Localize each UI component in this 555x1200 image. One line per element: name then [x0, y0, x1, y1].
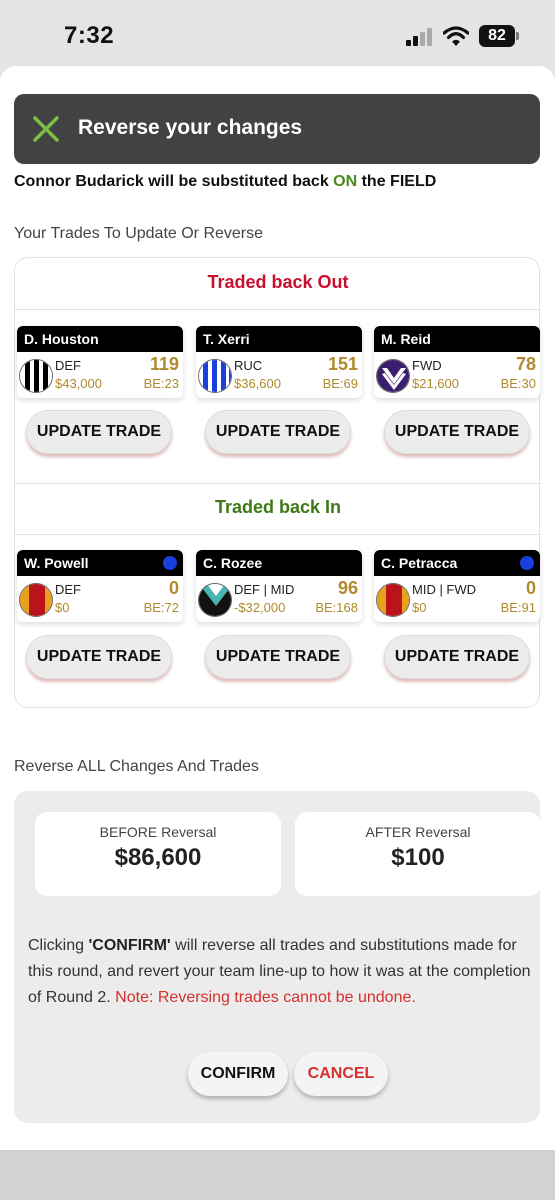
player-score: 78	[515, 354, 536, 374]
traded-in-player-card[interactable]: W. Powell DEF $0 0 BE:72	[17, 550, 183, 622]
team-guernsey-icon	[376, 583, 410, 617]
after-reversal-label: AFTER Reversal	[365, 824, 471, 840]
after-reversal-value: $100	[391, 844, 445, 871]
modal-sheet: Connor Budarick will be substituted back…	[0, 66, 555, 1150]
player-score: 0	[525, 578, 536, 598]
player-price: -$32,000	[234, 600, 286, 615]
player-price: $0	[55, 600, 70, 615]
player-score: 96	[337, 578, 358, 598]
player-breakeven: BE:23	[143, 376, 179, 391]
player-position: RUC	[234, 358, 263, 373]
team-guernsey-icon	[198, 359, 232, 393]
player-price: $0	[412, 600, 427, 615]
before-reversal-label: BEFORE Reversal	[99, 824, 217, 840]
player-name: C. Petracca	[374, 550, 540, 576]
player-card-body: DEF $43,000 119 BE:23	[17, 352, 183, 398]
team-guernsey-icon	[376, 359, 410, 393]
traded-in-title: Traded back In	[214, 497, 342, 517]
player-price: $43,000	[55, 376, 102, 391]
battery-icon: 82	[479, 25, 515, 47]
notice-warning: Note: Reversing trades cannot be undone.	[115, 989, 416, 1006]
divider	[15, 483, 541, 484]
player-breakeven: BE:168	[315, 600, 358, 615]
update-trade-button[interactable]: UPDATE TRADE	[26, 410, 172, 454]
divider	[15, 309, 541, 310]
toast-title: Reverse your changes	[78, 116, 303, 139]
clock: 7:32	[64, 22, 115, 49]
status-dot-icon	[163, 556, 177, 570]
player-name: D. Houston	[17, 326, 183, 352]
player-name: C. Rozee	[196, 550, 362, 576]
trades-section-label: Your Trades To Update Or Reverse	[14, 225, 264, 242]
close-icon[interactable]	[31, 114, 61, 144]
player-card-body: DEF $0 0 BE:72	[17, 576, 183, 622]
confirm-button[interactable]: CONFIRM	[188, 1052, 288, 1096]
player-name: M. Reid	[374, 326, 540, 352]
player-price: $21,600	[412, 376, 459, 391]
player-position: DEF | MID	[234, 582, 295, 597]
player-position: DEF	[55, 358, 81, 373]
reverse-panel: BEFORE Reversal $86,600 AFTER Reversal $…	[14, 791, 541, 1123]
player-breakeven: BE:91	[500, 600, 536, 615]
reversal-notice: Clicking 'CONFIRM' will reverse all trad…	[28, 933, 532, 1011]
player-card-body: MID | FWD $0 0 BE:91	[374, 576, 540, 622]
before-reversal-value: $86,600	[114, 844, 202, 871]
trades-panel: Traded back Out D. Houston DEF $43,000 1…	[14, 257, 541, 708]
traded-out-player-card[interactable]: D. Houston DEF $43,000 119 BE:23	[17, 326, 183, 398]
player-card-body: FWD $21,600 78 BE:30	[374, 352, 540, 398]
traded-out-player-card[interactable]: M. Reid FWD $21,600 78 BE:30	[374, 326, 540, 398]
traded-in-player-card[interactable]: C. Rozee DEF | MID -$32,000 96 BE:168	[196, 550, 362, 622]
traded-out-player-card[interactable]: T. Xerri RUC $36,600 151 BE:69	[196, 326, 362, 398]
player-position: FWD	[412, 358, 442, 373]
update-trade-button[interactable]: UPDATE TRADE	[384, 410, 530, 454]
wifi-icon	[443, 26, 469, 46]
player-card-body: DEF | MID -$32,000 96 BE:168	[196, 576, 362, 622]
player-breakeven: BE:72	[143, 600, 179, 615]
divider	[15, 534, 541, 535]
player-score: 0	[168, 578, 179, 598]
battery-tip	[516, 32, 519, 40]
reverse-section-label: Reverse ALL Changes And Trades	[14, 758, 259, 775]
player-position: DEF	[55, 582, 81, 597]
traded-in-player-card[interactable]: C. Petracca MID | FWD $0 0 BE:91	[374, 550, 540, 622]
player-name: W. Powell	[17, 550, 183, 576]
team-guernsey-icon	[198, 583, 232, 617]
traded-out-title: Traded back Out	[207, 272, 349, 292]
team-guernsey-icon	[19, 359, 53, 393]
player-price: $36,600	[234, 376, 281, 391]
player-score: 151	[327, 354, 358, 374]
player-breakeven: BE:30	[500, 376, 536, 391]
update-trade-button[interactable]: UPDATE TRADE	[26, 635, 172, 679]
notice-confirm-word: 'CONFIRM'	[88, 937, 171, 954]
cellular-signal-icon	[406, 28, 434, 46]
after-reversal-card: AFTER Reversal $100	[295, 812, 541, 896]
team-guernsey-icon	[19, 583, 53, 617]
player-name: T. Xerri	[196, 326, 362, 352]
player-breakeven: BE:69	[322, 376, 358, 391]
update-trade-button[interactable]: UPDATE TRADE	[384, 635, 530, 679]
fade-mask	[0, 186, 555, 196]
toast-banner: Reverse your changes	[14, 94, 540, 164]
update-trade-button[interactable]: UPDATE TRADE	[205, 635, 351, 679]
cancel-button[interactable]: CANCEL	[294, 1052, 388, 1096]
update-trade-button[interactable]: UPDATE TRADE	[205, 410, 351, 454]
notice-text: Clicking	[28, 937, 89, 954]
before-reversal-card: BEFORE Reversal $86,600	[35, 812, 281, 896]
player-score: 119	[149, 354, 179, 374]
status-bar: 7:32 82	[0, 0, 555, 70]
player-card-body: RUC $36,600 151 BE:69	[196, 352, 362, 398]
backdrop	[0, 1150, 555, 1200]
status-dot-icon	[520, 556, 534, 570]
player-position: MID | FWD	[412, 582, 477, 597]
